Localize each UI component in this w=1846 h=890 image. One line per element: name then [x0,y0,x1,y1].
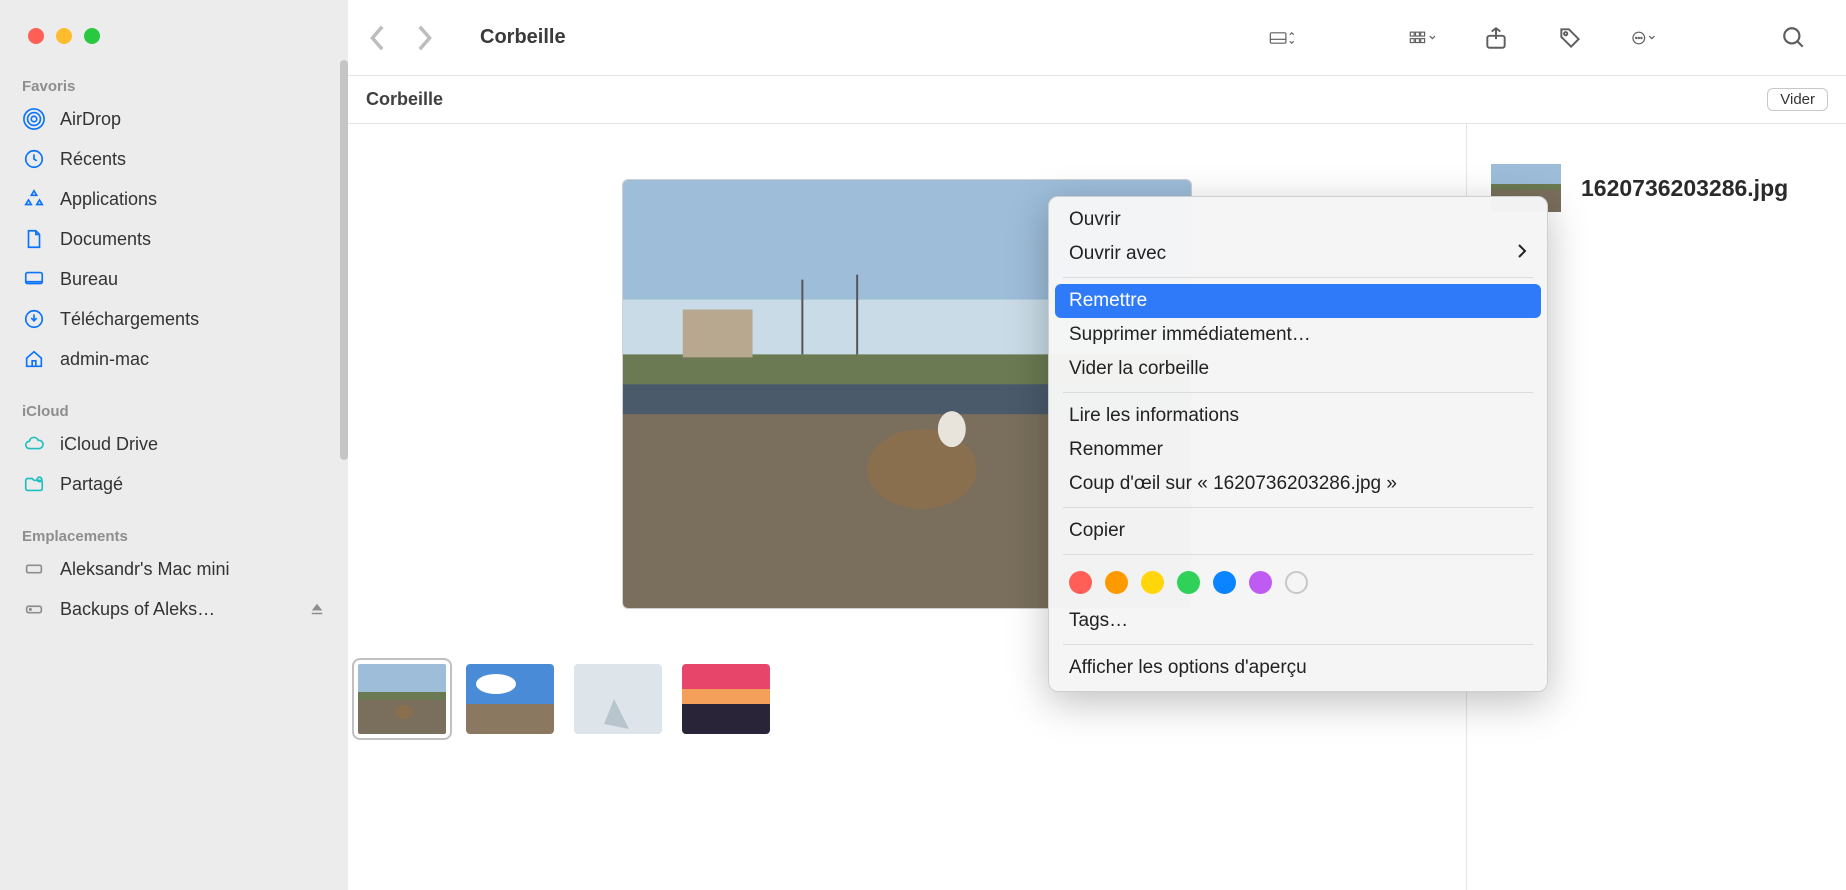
sidebar-label: Récents [60,149,126,170]
house-icon [22,347,46,371]
section-locations: Emplacements [0,518,348,549]
sidebar-scrollbar[interactable] [340,60,348,460]
inspector-filename: 1620736203286.jpg [1581,175,1788,202]
menu-get-info[interactable]: Lire les informations [1049,399,1547,433]
sidebar-label: Applications [60,189,157,210]
sidebar-item-backups[interactable]: Backups of Aleks… [0,589,348,629]
menu-tags[interactable]: Tags… [1049,604,1547,638]
menu-separator [1063,554,1533,555]
sidebar-label: AirDrop [60,109,121,130]
view-mode-button[interactable] [1262,18,1302,58]
path-bar: Corbeille Vider [348,76,1846,124]
context-menu: Ouvrir Ouvrir avec Remettre Supprimer im… [1048,196,1548,692]
airdrop-icon [22,107,46,131]
cloud-icon [22,432,46,456]
thumbnail-4[interactable] [682,664,770,734]
nav-back-button[interactable] [358,18,398,58]
sidebar-item-shared[interactable]: Partagé [0,464,348,504]
sidebar-label: admin-mac [60,349,149,370]
menu-separator [1063,277,1533,278]
window-title: Corbeille [480,26,566,49]
menu-separator [1063,507,1533,508]
tag-color-none[interactable] [1285,571,1308,594]
sidebar-label: Bureau [60,269,118,290]
sidebar-label: Backups of Aleks… [60,599,215,620]
sidebar-label: Documents [60,229,151,250]
disk-icon [22,597,46,621]
menu-put-back[interactable]: Remettre [1055,284,1541,318]
thumbnail-2[interactable] [466,664,554,734]
tag-color-blue[interactable] [1213,571,1236,594]
tag-button[interactable] [1550,18,1590,58]
sidebar-item-home[interactable]: admin-mac [0,339,348,379]
menu-separator [1063,392,1533,393]
empty-trash-button[interactable]: Vider [1767,88,1828,111]
share-button[interactable] [1476,18,1516,58]
sidebar-item-airdrop[interactable]: AirDrop [0,99,348,139]
menu-open-with[interactable]: Ouvrir avec [1049,237,1547,271]
sidebar-item-documents[interactable]: Documents [0,219,348,259]
tag-color-purple[interactable] [1249,571,1272,594]
menu-quick-look[interactable]: Coup d'œil sur « 1620736203286.jpg » [1049,467,1547,501]
maximize-button[interactable] [84,28,100,44]
clock-icon [22,147,46,171]
sidebar-item-icloud-drive[interactable]: iCloud Drive [0,424,348,464]
sidebar-label: Téléchargements [60,309,199,330]
menu-open[interactable]: Ouvrir [1049,203,1547,237]
sidebar-item-recents[interactable]: Récents [0,139,348,179]
search-button[interactable] [1774,18,1814,58]
shared-icon [22,472,46,496]
tag-color-yellow[interactable] [1141,571,1164,594]
sidebar-label: iCloud Drive [60,434,158,455]
thumbnail-1[interactable] [358,664,446,734]
desktop-icon [22,267,46,291]
tag-color-green[interactable] [1177,571,1200,594]
sidebar-item-downloads[interactable]: Téléchargements [0,299,348,339]
sidebar-item-applications[interactable]: Applications [0,179,348,219]
menu-separator [1063,644,1533,645]
tag-color-orange[interactable] [1105,571,1128,594]
sidebar-item-desktop[interactable]: Bureau [0,259,348,299]
path-title: Corbeille [366,89,443,110]
window-controls [0,28,348,44]
group-button[interactable] [1402,18,1442,58]
thumbnail-strip [348,664,770,734]
close-button[interactable] [28,28,44,44]
sidebar: Favoris AirDrop Récents Applications Doc… [0,0,348,890]
menu-copy[interactable]: Copier [1049,514,1547,548]
sidebar-item-mac[interactable]: Aleksandr's Mac mini [0,549,348,589]
menu-preview-options[interactable]: Afficher les options d'aperçu [1049,651,1547,685]
eject-icon[interactable] [308,597,326,621]
section-icloud: iCloud [0,393,348,424]
menu-delete-now[interactable]: Supprimer immédiatement… [1049,318,1547,352]
minimize-button[interactable] [56,28,72,44]
tag-color-red[interactable] [1069,571,1092,594]
menu-tag-colors [1049,561,1547,604]
section-favorites: Favoris [0,68,348,99]
menu-empty-trash[interactable]: Vider la corbeille [1049,352,1547,386]
sidebar-label: Partagé [60,474,123,495]
toolbar: Corbeille [348,0,1846,76]
chevron-right-icon [1517,243,1527,265]
thumbnail-3[interactable] [574,664,662,734]
menu-rename[interactable]: Renommer [1049,433,1547,467]
sidebar-label: Aleksandr's Mac mini [60,559,230,580]
doc-icon [22,227,46,251]
more-button[interactable] [1624,18,1664,58]
apps-icon [22,187,46,211]
download-icon [22,307,46,331]
computer-icon [22,557,46,581]
nav-forward-button[interactable] [404,18,444,58]
